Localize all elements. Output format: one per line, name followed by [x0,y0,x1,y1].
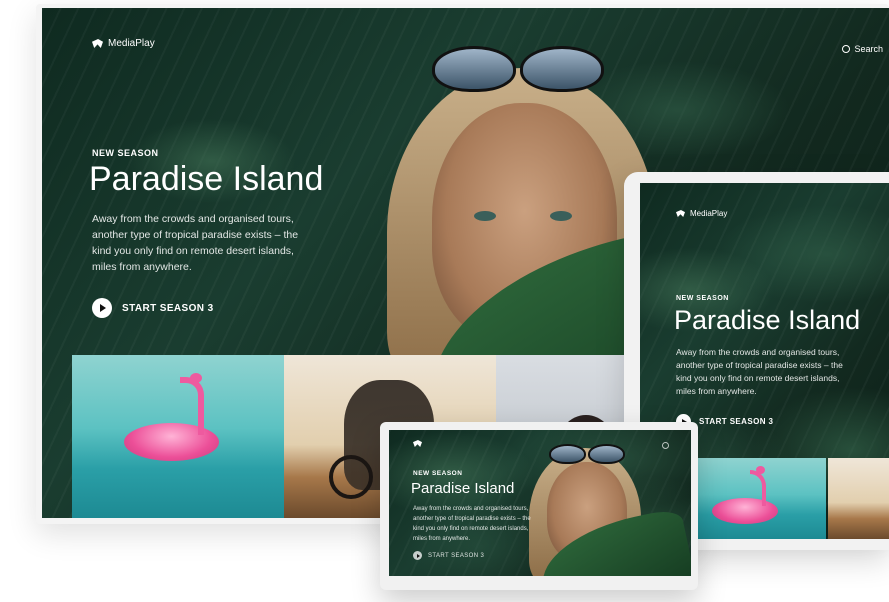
hero-eyebrow: NEW SEASON [92,148,159,158]
sunglasses-right-lens [520,46,604,92]
search-button[interactable]: Search [842,44,883,54]
search-icon [842,45,851,53]
laptop-start-season-label: START SEASON 3 [428,552,485,559]
mediaplay-logo-icon [413,440,422,447]
flamingo-head [756,466,765,474]
mediaplay-logo-icon [92,39,103,48]
tablet-hero-description: Away from the crowds and organised tours… [676,347,843,396]
search-icon[interactable] [662,442,669,449]
tablet-hero-title: Paradise Island [674,305,861,335]
laptop-sunglasses-left-lens [549,444,586,464]
start-season-button[interactable]: START SEASON 3 [92,298,214,318]
laptop-start-season-button[interactable]: START SEASON 3 [413,551,484,560]
search-label: Search [854,44,883,54]
laptop-sunglasses [549,444,625,464]
start-season-label: START SEASON 3 [122,302,214,314]
flamingo-float-icon [712,498,778,524]
play-icon [92,298,112,318]
tablet-start-season-label: START SEASON 3 [699,417,774,426]
hero-title: Paradise Island [89,160,324,198]
hero-person-eye-left [474,211,496,221]
play-icon [413,551,422,560]
flamingo-neck [180,377,204,435]
sunglasses [432,46,604,92]
laptop-hero-description: Away from the crowds and organised tours… [413,506,531,542]
laptop-hero-title: Paradise Island [411,480,515,497]
tablet-brand-name: MediaPlay [690,209,728,218]
flamingo-head [190,373,202,383]
tablet-brand-logo[interactable]: MediaPlay [676,209,727,218]
brand-logo[interactable]: MediaPlay [92,38,155,49]
laptop-screen: NEW SEASON Paradise Island Away from the… [389,430,691,576]
tablet-thumbnail-desert[interactable] [828,458,889,539]
brand-name: MediaPlay [108,38,155,49]
mediaplay-logo-icon [676,210,685,217]
laptop-sunglasses-right-lens [588,444,625,464]
hero-description: Away from the crowds and organised tours… [92,213,299,273]
flamingo-float-icon [124,423,219,461]
laptop-brand-logo[interactable] [413,440,422,447]
thumbnail-flamingo[interactable] [72,355,284,518]
laptop-hero-eyebrow: NEW SEASON [413,470,463,477]
tablet-thumbnail-flamingo[interactable] [698,458,826,539]
sunglasses-left-lens [432,46,516,92]
flamingo-neck [750,470,766,506]
tablet-hero-eyebrow: NEW SEASON [676,295,729,302]
hero-person-eye-right [550,211,572,221]
motorbike-wheel-icon [329,455,373,499]
